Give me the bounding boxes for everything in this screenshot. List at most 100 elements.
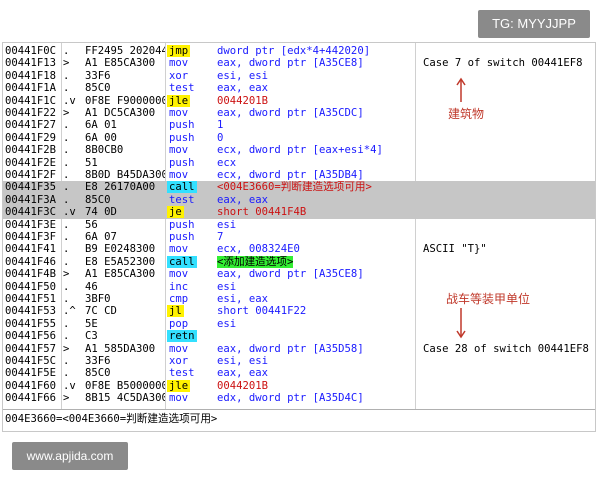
operand-cell[interactable]: edx, dword ptr [A35D4C] [217,392,411,404]
disassembly-row[interactable]: 00441F5C. 33F6 xor esi, esi [3,355,595,367]
operand-cell[interactable]: eax, dword ptr [A35CDC] [217,107,411,119]
mnemonic-text: mov [169,144,189,157]
comment-cell [423,392,595,404]
operand-cell[interactable]: eax, eax [217,367,411,379]
operand-cell[interactable]: 1 [217,119,411,131]
operand-cell[interactable]: esi [217,219,411,231]
disassembly-row[interactable]: 00441F3A. 85C0 test eax, eax [3,193,595,207]
disassembly-row[interactable]: 00441F29. 6A 00 push 0 [3,132,595,144]
mnemonic-cell: test [167,82,213,94]
mnemonic-text: push [169,156,195,169]
operand-cell[interactable]: esi [217,318,411,330]
operand-cell[interactable]: 0 [217,132,411,144]
operand-cell[interactable]: esi [217,281,411,293]
disassembly-row[interactable]: 00441F56. C3 retn [3,330,595,343]
flow-marker: . [63,131,70,144]
disassembly-row[interactable]: 00441F4B > A1 E85CA300 mov eax, dword ptr [A… [3,268,595,280]
comment-cell [423,318,595,330]
operand-cell[interactable]: esi, esi [217,70,411,82]
disassembly-row[interactable]: 00441F35. E8 26170A00 call <004E3660=判断建造选项… [3,181,595,194]
mnemonic-cell: xor [167,355,213,367]
comment-cell [423,70,595,82]
mnemonic-text: test [169,193,195,206]
operand-cell[interactable]: eax, dword ptr [A35CE8] [217,57,411,69]
disassembly-row[interactable]: 00441F55. 5E pop esi [3,318,595,330]
operand-cell[interactable]: eax, dword ptr [A35CE8] [217,268,411,280]
disassembly-row[interactable]: 00441F13 > A1 E85CA300 mov eax, dword ptr [A… [3,57,595,69]
disassembly-row[interactable]: 00441F2F. 8B0D B45DA300 mov ecx, dword ptr … [3,169,595,181]
operand-cell[interactable]: ecx [217,157,411,169]
disassembly-row[interactable]: 00441F53 .^ 7C CD jl short 00441F22 [3,305,595,318]
address-cell: 00441F1A [5,82,57,95]
flow-marker: . [63,218,70,231]
disassembly-row[interactable]: 00441F3E. 56 push esi [3,219,595,231]
hex-bytes-cell: 6A 07 [85,231,117,243]
disassembly-row[interactable]: 00441F1C .v 0F8E F9000000 jle 0044201B [3,94,595,107]
disassembly-row[interactable]: 00441F57 > A1 585DA300 mov eax, dword ptr [A… [3,343,595,355]
disassembly-row[interactable]: 00441F1A. 85C0 test eax, eax [3,82,595,94]
disassembly-grid[interactable]: 00441F0C. FF2495 2020441jmp dword ptr [edx… [3,43,595,409]
hex-bytes-cell: A1 E85CA300 [85,268,156,281]
mnemonic-cell: pop [167,318,213,330]
mnemonic-text: mov [169,392,189,405]
flow-marker: . [63,181,70,194]
comment-cell [423,82,595,94]
operand-cell[interactable]: 0044201B [217,380,411,392]
mnemonic-cell: mov [167,169,213,181]
address-cell: 00441F3A [5,193,57,206]
operand-text: 0044201B [217,94,269,107]
operand-cell[interactable]: 0044201B [217,95,411,107]
flow-marker: .v [63,94,76,107]
address-cell: 00441F3F [5,231,57,243]
disassembly-row[interactable]: 00441F18. 33F6 xor esi, esi [3,70,595,82]
disassembly-row[interactable]: 00441F66 >8B15 4C5DA300 mov edx, dword ptr … [3,392,595,404]
operand-cell[interactable]: <添加建造选项> [217,255,411,268]
disassembly-row[interactable]: 00441F0C. FF2495 2020441jmp dword ptr [edx… [3,45,595,57]
operand-text: esi, eax [217,293,269,305]
operand-cell[interactable]: esi, esi [217,355,411,367]
disassembly-row[interactable]: 00441F27. 6A 01 push 1 [3,119,595,131]
operand-cell[interactable]: 7 [217,231,411,243]
operand-cell[interactable]: eax, eax [217,194,411,206]
mnemonic-cell: call [167,181,213,194]
hex-bytes-cell: 5E [85,317,98,330]
operand-text: esi, esi [217,355,269,367]
mnemonic-cell: retn [167,330,213,343]
mnemonic-text: push [169,218,195,231]
mnemonic-text: xor [169,69,189,82]
disassembly-row[interactable]: 00441F3C .v 74 0D je short 00441F4B [3,206,595,219]
operand-cell[interactable]: ecx, dword ptr [A35DB4] [217,169,411,181]
operand-cell[interactable]: <004E3660=判断建造选项可用> [217,181,411,193]
operand-cell[interactable]: short 00441F22 [217,305,411,317]
operand-text: 0044201B [217,379,269,392]
disassembly-row[interactable]: 00441F3F. 6A 07 push 7 [3,231,595,243]
address-cell: 00441F2E [5,156,57,169]
hex-bytes-cell: B9 E0248300 [85,243,156,256]
operand-cell[interactable]: esi, eax [217,293,411,305]
disassembly-row[interactable]: 00441F41. B9 E0248300 mov ecx, 008324E0 ASCI… [3,243,595,255]
comment-cell [423,194,595,206]
disassembly-row[interactable]: 00441F2E. 51 push ecx [3,157,595,169]
flow-marker: . [63,355,70,367]
disassembly-row[interactable]: 00441F22 > A1 DC5CA300 mov eax, dword ptr [A… [3,107,595,119]
disassembly-row[interactable]: 00441F5E. 85C0 test eax, eax [3,367,595,379]
hex-bytes-cell: 0F8E B5000000 [85,379,165,392]
operand-cell[interactable]: ecx, dword ptr [eax+esi*4] [217,144,411,156]
disassembly-row[interactable]: 00441F46. E8 E5A52300 call <添加建造选项> [3,255,595,268]
operand-cell[interactable]: dword ptr [edx*4+442020] [217,45,411,57]
flow-marker: > [63,107,70,119]
mnemonic-cell: jl [167,305,213,318]
operand-cell[interactable]: ecx, 008324E0 [217,243,411,255]
disassembly-row[interactable]: 00441F2B. 8B0CB0 mov ecx, dword ptr [eax+es… [3,144,595,156]
flow-marker: . [63,243,70,256]
comment-cell [423,256,595,268]
operand-cell[interactable]: eax, eax [217,82,411,94]
disassembly-row[interactable]: 00441F60 .v 0F8E B5000000 jle 0044201B [3,379,595,392]
operand-cell[interactable]: eax, dword ptr [A35D58] [217,343,411,355]
operand-cell[interactable]: short 00441F4B [217,206,411,218]
mnemonic-cell: test [167,194,213,206]
hex-bytes-cell: 56 [85,218,98,231]
operand-cell[interactable] [217,330,411,342]
mnemonic-cell: xor [167,70,213,82]
mnemonic-text: jmp [167,45,191,57]
